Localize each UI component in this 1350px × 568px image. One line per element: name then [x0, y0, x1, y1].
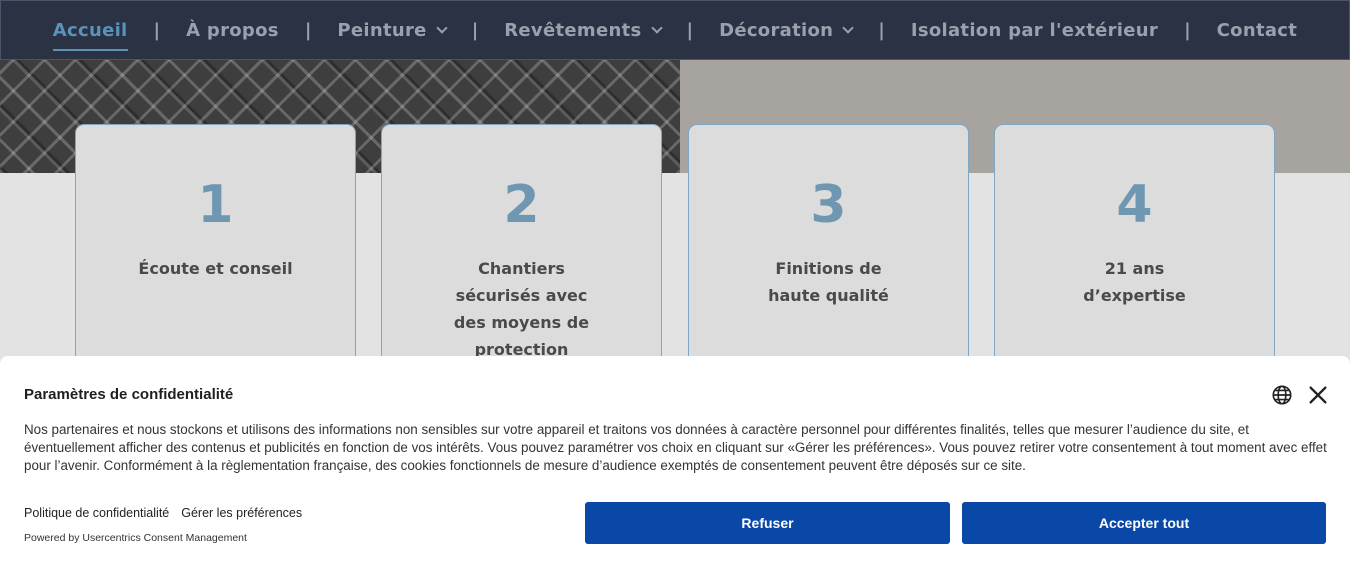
feature-card-3: 3 Finitions de haute qualité: [688, 124, 969, 384]
nav-separator: |: [304, 19, 312, 41]
chevron-down-icon: [436, 21, 448, 34]
nav-separator: |: [153, 19, 161, 41]
nav-label-revetements: Revêtements: [504, 19, 642, 41]
nav-separator: |: [686, 19, 694, 41]
chevron-down-icon: [842, 21, 854, 34]
card-number: 4: [1116, 175, 1153, 235]
nav-separator: |: [878, 19, 885, 41]
accept-all-button[interactable]: Accepter tout: [962, 502, 1326, 544]
manage-preferences-link[interactable]: Gérer les préférences: [181, 506, 302, 520]
powered-by-text: Powered by Usercentrics Consent Manageme…: [24, 532, 247, 544]
chevron-down-icon: [650, 21, 663, 34]
nav-label-decoration: Décoration: [719, 19, 834, 41]
feature-card-2: 2 Chantiers sécurisés avec des moyens de…: [381, 124, 662, 384]
nav-separator: |: [1184, 19, 1191, 41]
consent-links: Politique de confidentialité Gérer les p…: [24, 506, 302, 520]
card-text: 21 ans d’expertise: [1083, 259, 1186, 305]
nav-item-peinture[interactable]: Peinture: [337, 19, 448, 41]
card-number: 2: [503, 175, 540, 235]
nav-label-contact: Contact: [1216, 19, 1298, 41]
main-nav: Accueil | À propos | Peinture | Revêteme…: [0, 0, 1350, 60]
close-icon[interactable]: [1307, 384, 1329, 406]
nav-item-decoration[interactable]: Décoration: [719, 19, 854, 41]
consent-description: Nos partenaires et nous stockons et util…: [24, 422, 1327, 473]
cookie-consent-banner: Paramètres de confidentialité Nos parten…: [0, 356, 1350, 568]
nav-label-isolation: Isolation par l'extérieur: [910, 19, 1159, 41]
nav-item-contact[interactable]: Contact: [1217, 20, 1298, 41]
nav-separator: |: [471, 19, 479, 41]
card-text: Écoute et conseil: [138, 259, 293, 278]
nav-label-a-propos: À propos: [186, 19, 279, 41]
nav-label-accueil: Accueil: [52, 19, 128, 41]
card-number: 3: [810, 175, 847, 235]
nav-item-isolation[interactable]: Isolation par l'extérieur: [911, 20, 1158, 41]
card-text: Chantiers sécurisés avec des moyens de p…: [453, 259, 590, 359]
feature-card-4: 4 21 ans d’expertise: [994, 124, 1275, 384]
card-text: Finitions de haute qualité: [768, 259, 889, 305]
nav-item-revetements[interactable]: Revêtements: [504, 19, 663, 41]
nav-item-a-propos[interactable]: À propos: [186, 20, 279, 41]
nav-item-accueil[interactable]: Accueil: [52, 19, 128, 51]
nav-label-peinture: Peinture: [337, 19, 427, 41]
privacy-policy-link[interactable]: Politique de confidentialité: [24, 506, 169, 520]
feature-card-1: 1 Écoute et conseil: [75, 124, 356, 384]
consent-title: Paramètres de confidentialité: [24, 386, 234, 403]
card-number: 1: [197, 175, 234, 235]
globe-icon[interactable]: [1271, 384, 1293, 406]
refuse-button[interactable]: Refuser: [585, 502, 950, 544]
